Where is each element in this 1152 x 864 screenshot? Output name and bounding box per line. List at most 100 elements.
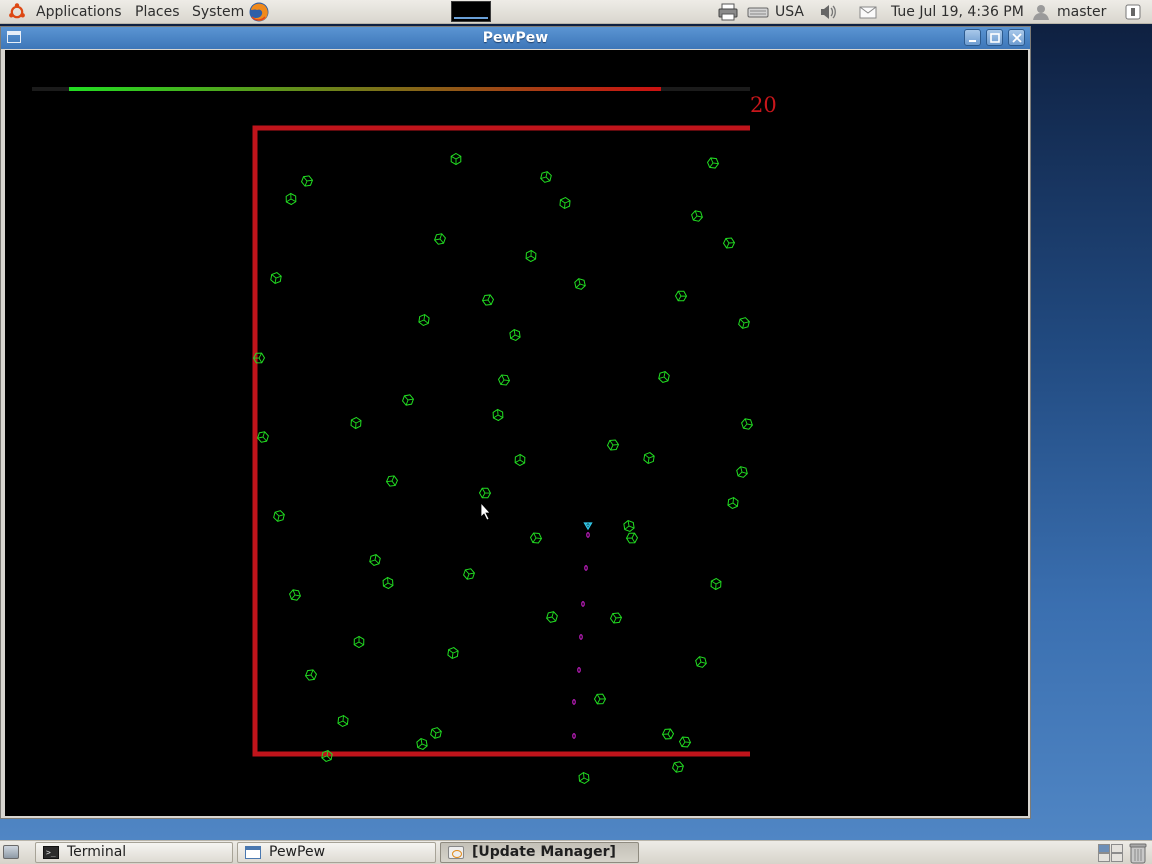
- system-monitor-icon[interactable]: [451, 1, 491, 22]
- enemy-asteroid: [492, 408, 504, 422]
- enemy-asteroid: [416, 738, 428, 750]
- enemy-asteroid: [678, 736, 692, 748]
- mail-icon[interactable]: [858, 3, 878, 21]
- enemy-asteroid: [385, 475, 399, 487]
- enemy-asteroid: [382, 576, 394, 590]
- enemy-asteroid: [430, 727, 442, 739]
- enemy-asteroid: [738, 317, 750, 329]
- enemy-asteroid: [463, 568, 475, 580]
- printer-icon[interactable]: [718, 3, 738, 21]
- enemy-asteroid: [304, 669, 318, 681]
- enemy-asteroid: [706, 157, 720, 169]
- enemy-asteroid: [643, 451, 655, 465]
- volume-icon[interactable]: [818, 3, 838, 21]
- score-display: 20: [750, 93, 777, 117]
- keyboard-icon[interactable]: [747, 3, 769, 21]
- enemy-asteroid: [691, 210, 703, 222]
- enemy-asteroid: [273, 510, 285, 522]
- enemy-asteroid: [529, 532, 543, 544]
- enemy-asteroid: [337, 714, 349, 728]
- minimize-button[interactable]: [964, 29, 981, 46]
- taskbar-item-pewpew[interactable]: PewPew: [237, 842, 436, 863]
- workspace-3[interactable]: [1098, 853, 1110, 862]
- enemy-asteroid: [478, 487, 492, 499]
- game-canvas[interactable]: 20: [5, 50, 1028, 816]
- enemy-asteroid: [418, 313, 430, 327]
- update-manager-icon: [448, 846, 464, 859]
- enemy-asteroid: [497, 374, 511, 386]
- enemy-asteroid: [270, 272, 282, 284]
- close-button[interactable]: [1008, 29, 1025, 46]
- system-menu[interactable]: System: [192, 3, 244, 21]
- places-menu[interactable]: Places: [135, 3, 180, 21]
- enemy-asteroid: [658, 371, 670, 383]
- user-icon[interactable]: [1031, 3, 1051, 21]
- enemy-asteroid: [625, 532, 639, 544]
- bullet: [581, 601, 585, 607]
- enemy-asteroid: [514, 453, 526, 467]
- enemy-asteroid: [401, 394, 415, 406]
- enemy-asteroid: [741, 418, 753, 430]
- enemy-asteroid: [546, 611, 558, 623]
- firefox-icon[interactable]: [248, 1, 270, 23]
- enemy-asteroid: [661, 728, 675, 740]
- enemy-asteroid: [285, 192, 297, 206]
- ubuntu-logo-icon[interactable]: [8, 3, 26, 21]
- workspace-2[interactable]: [1111, 844, 1123, 853]
- power-icon[interactable]: [1124, 3, 1142, 21]
- enemy-asteroid: [736, 466, 748, 478]
- enemy-asteroid: [727, 496, 739, 510]
- window-title: PewPew: [482, 30, 549, 46]
- clock[interactable]: Tue Jul 19, 4:36 PM: [891, 3, 1024, 21]
- enemy-asteroid: [606, 439, 620, 451]
- player-ship: [583, 522, 593, 531]
- applications-menu[interactable]: Applications: [36, 3, 122, 21]
- workspace-1[interactable]: [1098, 844, 1110, 853]
- maximize-icon: [990, 33, 1000, 43]
- bullet: [586, 532, 590, 538]
- enemy-asteroid: [578, 771, 590, 785]
- enemy-asteroid: [674, 290, 688, 302]
- taskbar-item-terminal[interactable]: >_ Terminal: [35, 842, 233, 863]
- enemy-asteroid: [574, 278, 586, 290]
- show-desktop-icon[interactable]: [3, 845, 19, 859]
- enemy-group: [252, 152, 753, 785]
- enemy-asteroid: [257, 431, 269, 443]
- mouse-cursor-icon: [480, 501, 491, 521]
- enemy-asteroid: [710, 577, 722, 591]
- bullet: [577, 667, 581, 673]
- enemy-asteroid: [540, 171, 552, 183]
- enemy-asteroid: [447, 646, 459, 660]
- enemy-asteroid: [289, 589, 301, 601]
- enemy-asteroid: [609, 612, 623, 624]
- taskbar-item-update-manager[interactable]: [Update Manager]: [440, 842, 639, 863]
- enemy-asteroid: [559, 196, 571, 210]
- minimize-icon: [969, 40, 976, 42]
- bullet: [579, 634, 583, 640]
- enemy-asteroid: [450, 152, 462, 166]
- pewpew-window: PewPew 20: [0, 26, 1031, 819]
- close-icon: [1012, 33, 1022, 43]
- enemy-asteroid: [509, 328, 521, 342]
- trash-icon[interactable]: [1128, 842, 1148, 864]
- user-name[interactable]: master: [1057, 3, 1106, 21]
- top-panel: Applications Places System USA Tue Jul 1…: [0, 0, 1152, 24]
- enemy-asteroid: [350, 416, 362, 430]
- enemy-asteroid: [369, 554, 381, 566]
- enemy-asteroid: [623, 520, 635, 532]
- keyboard-layout-label[interactable]: USA: [775, 3, 804, 21]
- enemy-asteroid: [722, 237, 736, 249]
- bullet: [572, 699, 576, 705]
- enemy-asteroid: [300, 175, 314, 187]
- enemy-asteroid: [353, 635, 365, 649]
- workspace-4[interactable]: [1111, 853, 1123, 862]
- window-titlebar[interactable]: PewPew: [1, 27, 1030, 49]
- bullet: [572, 733, 576, 739]
- taskbar-item-label: [Update Manager]: [472, 844, 616, 860]
- enemy-asteroid: [434, 233, 446, 245]
- enemy-asteroid: [481, 294, 495, 306]
- game-field: [32, 87, 753, 785]
- enemy-asteroid: [672, 761, 684, 773]
- taskbar-item-label: Terminal: [67, 844, 127, 860]
- maximize-button[interactable]: [986, 29, 1003, 46]
